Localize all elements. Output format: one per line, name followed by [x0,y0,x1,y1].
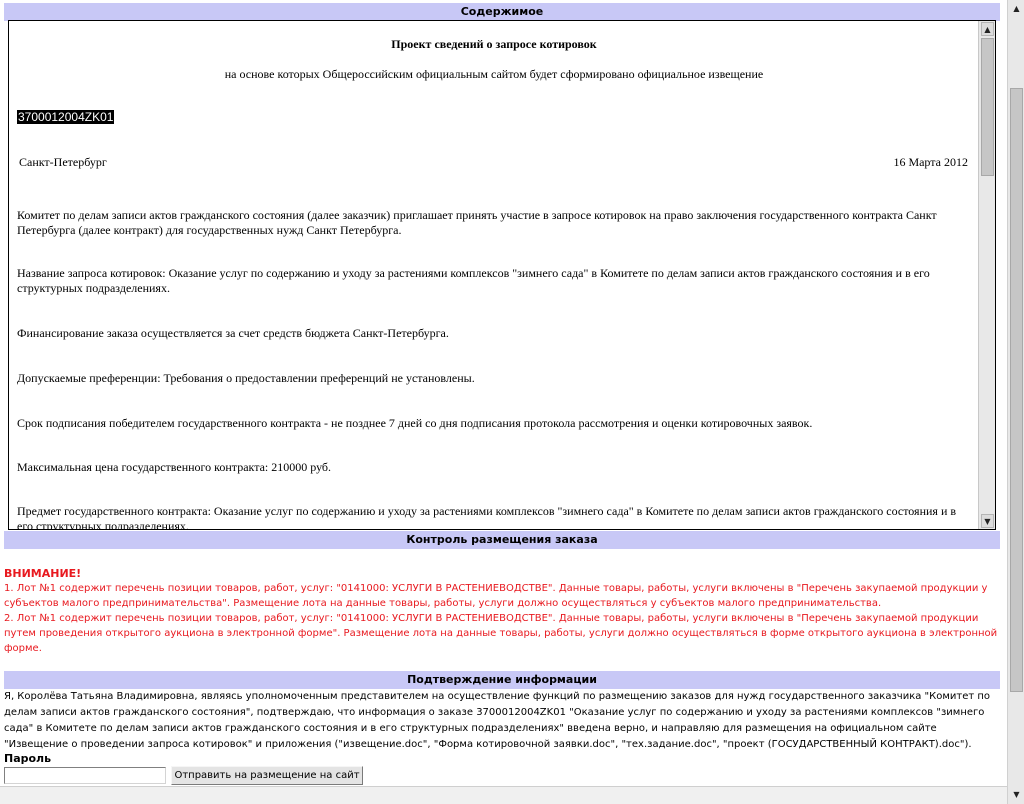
submit-to-site-button[interactable]: Отправить на размещение на сайт [171,766,363,785]
page-scroll-thumb[interactable] [1010,88,1023,692]
warning-item-small-business: 1. Лот №1 содержит перечень позиции това… [4,583,988,609]
page-scroll-down-icon[interactable]: ▼ [1010,788,1023,802]
page-scroll-up-icon[interactable]: ▲ [1010,2,1023,16]
warning-item-electronic-auction: 2. Лот №1 содержит перечень позиции това… [4,613,998,654]
document-scrollbar[interactable]: ▲ ▼ [978,21,995,529]
password-label: Пароль [4,752,52,765]
document-paragraph-request-name: Название запроса котировок: Оказание усл… [17,266,930,295]
document-paragraph-signing-term: Срок подписания победителем государствен… [17,416,813,430]
scroll-up-arrow-icon[interactable]: ▲ [981,22,994,36]
password-input[interactable] [4,767,166,784]
document-paragraph-max-price: Максимальная цена государственного контр… [17,460,332,474]
document-subtitle: на основе которых Общероссийским официал… [224,67,764,81]
horizontal-scroll-area [0,786,1007,804]
document-paragraph-financing: Финансирование заказа осуществляется за … [17,326,449,340]
scroll-down-arrow-icon[interactable]: ▼ [981,514,994,528]
order-code: 3700012004ZK01 [17,110,115,124]
document-date: 16 Марта 2012 [893,155,968,169]
document-paragraph-preferences: Допускаемые преференции: Требования о пр… [17,371,475,385]
document-title: Проект сведений о запросе котировок [391,37,597,51]
placement-warning: ВНИМАНИЕ! 1. Лот №1 содержит перечень по… [4,566,1000,656]
confirm-section-header: Подтверждение информации [4,671,1000,689]
document-scroll-thumb[interactable] [981,38,994,176]
confirmation-statement: Я, Королёва Татьяна Владимировна, являяс… [4,691,991,750]
document-paragraph-invitation: Комитет по делам записи актов гражданско… [17,208,937,237]
document-preview-frame[interactable]: Проект сведений о запросе котировок на о… [8,20,996,530]
page-scrollbar[interactable]: ▲ ▼ [1007,0,1024,804]
document-paragraph-subject: Предмет государственного контракта: Оказ… [17,504,957,530]
document-content: Проект сведений о запросе котировок на о… [9,21,979,530]
warning-heading: ВНИМАНИЕ! [4,567,82,580]
control-section-header: Контроль размещения заказа [4,531,1000,549]
document-city: Санкт-Петербург [19,155,107,169]
content-section-header: Содержимое [4,3,1000,21]
